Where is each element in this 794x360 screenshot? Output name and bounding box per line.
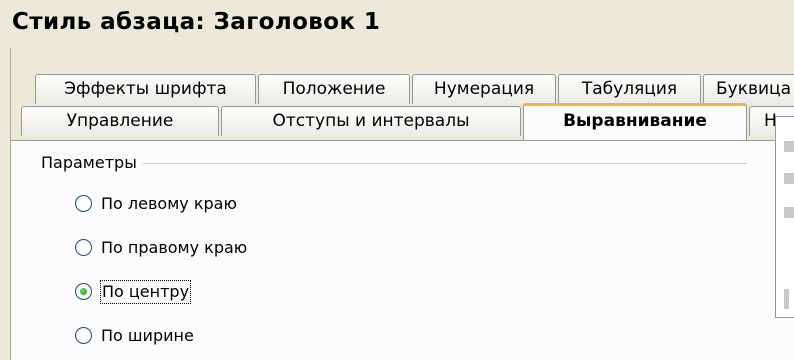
tab-alignment[interactable]: Выравнивание xyxy=(523,103,747,140)
tab-tabs[interactable]: Табуляция xyxy=(558,74,701,104)
dialog-body: Эффекты шрифта Положение Нумерация Табул… xyxy=(11,48,794,360)
radio-button-icon[interactable] xyxy=(75,239,92,256)
radio-button-icon[interactable] xyxy=(75,195,92,212)
preview-line xyxy=(784,207,794,218)
tab-label: Эффекты шрифта xyxy=(64,79,227,99)
window-title: Стиль абзаца: Заголовок 1 xyxy=(12,9,381,35)
tab-drop-caps[interactable]: Буквица xyxy=(703,74,794,104)
tab-label: Отступы и интервалы xyxy=(272,111,470,131)
tab-flow[interactable]: Управление xyxy=(21,106,219,136)
tab-label: Буквица xyxy=(716,79,792,99)
window-frame xyxy=(0,48,11,360)
preview-line xyxy=(784,173,794,184)
radio-label: По ширине xyxy=(101,326,194,345)
window-title-bar[interactable]: Стиль абзаца: Заголовок 1 xyxy=(0,0,794,48)
radio-button-icon[interactable] xyxy=(75,283,92,300)
radio-button-icon[interactable] xyxy=(75,327,92,344)
tab-label: Управление xyxy=(66,111,174,131)
group-separator xyxy=(41,163,747,164)
tab-label: Положение xyxy=(282,79,386,99)
preview-line xyxy=(784,289,789,309)
tab-font-effects[interactable]: Эффекты шрифта xyxy=(35,74,256,104)
radio-checked-dot-icon xyxy=(80,288,87,295)
tab-label: Нумерация xyxy=(433,79,535,99)
tab-position[interactable]: Положение xyxy=(258,74,410,104)
tab-panel-alignment: Параметры По левому краю По правому краю… xyxy=(11,140,794,360)
tab-numbering[interactable]: Нумерация xyxy=(412,74,556,104)
tab-label: Выравнивание xyxy=(563,111,707,131)
radio-label: По левому краю xyxy=(101,194,237,213)
alignment-preview xyxy=(775,116,794,318)
tab-label: Табуляция xyxy=(581,79,678,99)
preview-line xyxy=(784,141,794,152)
tab-indents-spacing[interactable]: Отступы и интервалы xyxy=(221,106,521,136)
radio-label: По правому краю xyxy=(101,238,248,257)
radio-label: По центру xyxy=(99,280,192,304)
group-label-options: Параметры xyxy=(41,153,143,172)
